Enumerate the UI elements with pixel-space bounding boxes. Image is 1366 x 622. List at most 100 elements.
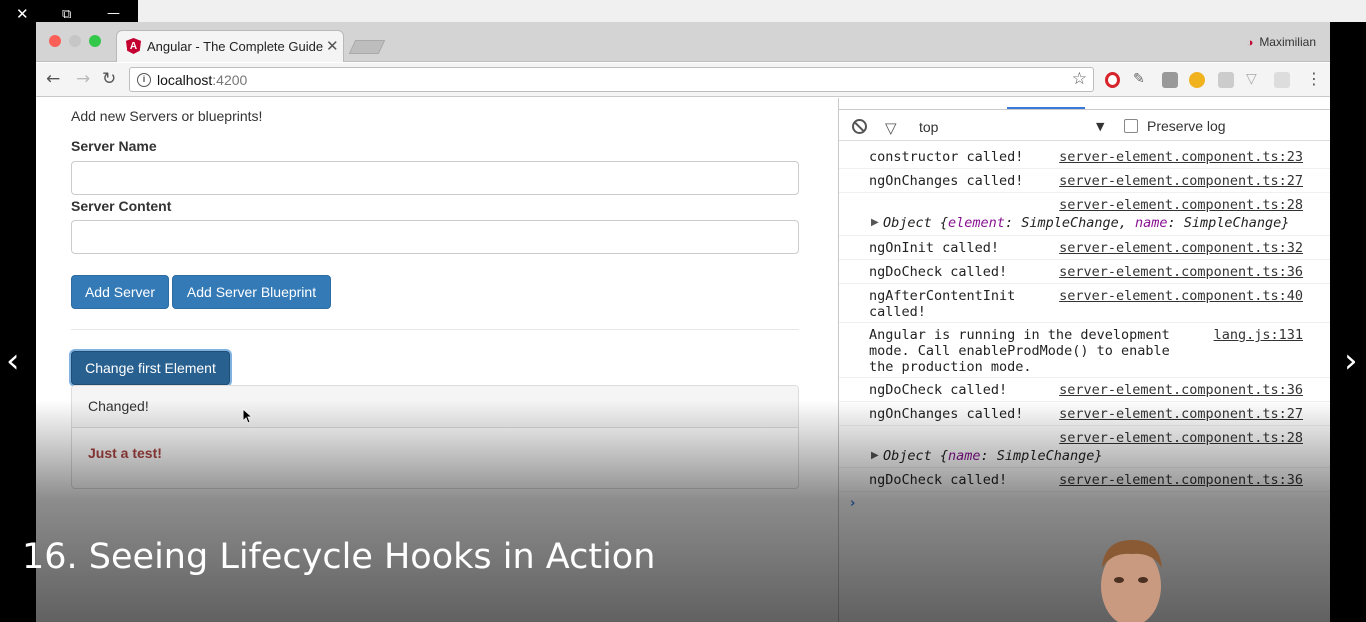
close-icon[interactable]: ✕ bbox=[16, 5, 29, 23]
preserve-log-label: Preserve log bbox=[1147, 118, 1226, 134]
previous-lecture-icon[interactable]: ‹ bbox=[6, 344, 20, 378]
mouse-cursor-icon bbox=[242, 408, 252, 424]
console-log-row: Angular is running in the development mo… bbox=[839, 323, 1330, 378]
console-log-row: ngAfterContentInit called! server-elemen… bbox=[839, 284, 1330, 323]
console-log-row: ngOnInit called! server-element.componen… bbox=[839, 236, 1330, 260]
console-log-row: ngDoCheck called! server-element.compone… bbox=[839, 260, 1330, 284]
log-source-link[interactable]: lang.js:131 bbox=[1214, 327, 1303, 343]
console-prompt-icon[interactable]: › bbox=[850, 496, 855, 511]
server-element-panel: Changed! Just a test! bbox=[71, 385, 799, 489]
object-prefix: Object { bbox=[883, 448, 949, 464]
mac-close-icon[interactable] bbox=[49, 35, 61, 47]
info-icon[interactable]: i bbox=[137, 73, 151, 87]
opera-extension-icon[interactable] bbox=[1105, 72, 1120, 88]
presenter-webcam bbox=[1101, 540, 1162, 622]
settings-extension-icon[interactable] bbox=[1218, 72, 1234, 88]
expand-triangle-icon[interactable]: ▶ bbox=[871, 215, 879, 231]
browser-toolbar: ← → ↻ i localhost:4200 ☆ ✎ ▽ ⋮ bbox=[36, 63, 1330, 97]
jb-extension-icon[interactable] bbox=[1162, 72, 1178, 88]
object-value: : SimpleChange, bbox=[1004, 215, 1135, 231]
add-server-button[interactable]: Add Server bbox=[71, 275, 169, 309]
log-source-link[interactable]: server-element.component.ts:32 bbox=[1059, 240, 1303, 256]
server-content-label: Server Content bbox=[71, 198, 172, 214]
log-source-link[interactable]: server-element.component.ts:40 bbox=[1059, 288, 1303, 304]
log-object[interactable]: Object {name: SimpleChange} bbox=[883, 448, 1102, 464]
preserve-log-checkbox[interactable] bbox=[1124, 119, 1138, 133]
moon-extension-icon[interactable] bbox=[1189, 72, 1205, 88]
console-log-row: ngOnChanges called! server-element.compo… bbox=[839, 169, 1330, 193]
clear-console-icon[interactable] bbox=[852, 119, 867, 134]
tab-title: Angular - The Complete Guide bbox=[147, 39, 324, 54]
console-output: constructor called! server-element.compo… bbox=[839, 145, 1330, 492]
divider bbox=[71, 329, 799, 330]
url-host: localhost bbox=[157, 72, 213, 88]
tab-close-icon[interactable]: ✕ bbox=[326, 37, 339, 55]
player-top-strip bbox=[138, 0, 1366, 22]
browser-window: A Angular - The Complete Guide ✕ ◑ Maximi… bbox=[36, 22, 1330, 622]
bookmark-star-icon[interactable]: ☆ bbox=[1072, 69, 1087, 89]
devtools-active-tab-indicator bbox=[1007, 107, 1085, 109]
eyedropper-extension-icon[interactable]: ✎ bbox=[1133, 70, 1149, 86]
restore-icon[interactable]: ⧉ bbox=[62, 7, 71, 22]
object-value: : SimpleChange} bbox=[980, 448, 1103, 464]
back-icon[interactable]: ← bbox=[46, 69, 60, 89]
server-name-input[interactable] bbox=[71, 161, 799, 195]
reload-icon[interactable]: ↻ bbox=[102, 69, 116, 89]
console-log-row: ngDoCheck called! server-element.compone… bbox=[839, 468, 1330, 492]
log-message: Angular is running in the development mo… bbox=[869, 327, 1170, 375]
devtools-tabs bbox=[839, 98, 1330, 110]
mac-minimize-icon[interactable] bbox=[69, 35, 81, 47]
log-source-link[interactable]: server-element.component.ts:36 bbox=[1059, 472, 1303, 488]
context-select[interactable]: top bbox=[919, 119, 938, 135]
tab-bar: A Angular - The Complete Guide ✕ ◑ Maximi… bbox=[36, 22, 1330, 62]
log-source-link[interactable]: server-element.component.ts:36 bbox=[1059, 382, 1303, 398]
object-prefix: Object { bbox=[883, 215, 949, 231]
log-source-link[interactable]: server-element.component.ts:28 bbox=[1059, 430, 1303, 446]
add-server-blueprint-button[interactable]: Add Server Blueprint bbox=[172, 275, 331, 309]
console-log-row: ngDoCheck called! server-element.compone… bbox=[839, 378, 1330, 402]
console-toolbar: ▽ top ▼ Preserve log bbox=[839, 111, 1330, 141]
object-key: element bbox=[948, 215, 1005, 231]
object-key: name bbox=[1134, 215, 1168, 231]
object-key: name bbox=[948, 448, 981, 464]
log-source-link[interactable]: server-element.component.ts:27 bbox=[1059, 406, 1303, 422]
log-source-link[interactable]: server-element.component.ts:28 bbox=[1059, 197, 1303, 213]
log-message: ngAfterContentInit called! bbox=[869, 288, 1016, 320]
url-text: localhost:4200 bbox=[157, 72, 247, 88]
mac-zoom-icon[interactable] bbox=[89, 35, 101, 47]
profile-icon: ◑ bbox=[1246, 37, 1254, 49]
address-bar[interactable]: i localhost:4200 ☆ bbox=[129, 67, 1094, 92]
forward-icon[interactable]: → bbox=[76, 69, 90, 89]
lecture-title: 16. Seeing Lifecycle Hooks in Action bbox=[22, 537, 656, 577]
cast-extension-icon[interactable] bbox=[1274, 72, 1290, 88]
url-port: :4200 bbox=[212, 72, 248, 88]
chevron-down-icon[interactable]: ▼ bbox=[1096, 120, 1104, 133]
vue-extension-icon[interactable]: ▽ bbox=[1246, 70, 1262, 86]
next-lecture-icon[interactable]: › bbox=[1344, 344, 1358, 378]
panel-body-text: Just a test! bbox=[88, 445, 162, 461]
new-tab-button[interactable] bbox=[348, 40, 386, 54]
log-source-link[interactable]: server-element.component.ts:27 bbox=[1059, 173, 1303, 189]
player-left-bar: ‹ bbox=[0, 32, 36, 622]
minimize-icon[interactable]: — bbox=[107, 6, 120, 21]
profile-name: Maximilian bbox=[1259, 35, 1316, 49]
filter-icon[interactable]: ▽ bbox=[885, 119, 897, 137]
menu-icon[interactable]: ⋮ bbox=[1306, 69, 1322, 88]
profile-button[interactable]: ◑ Maximilian bbox=[1247, 35, 1316, 49]
intro-text: Add new Servers or blueprints! bbox=[71, 108, 263, 124]
server-name-label: Server Name bbox=[71, 138, 157, 154]
object-value: : SimpleChange} bbox=[1167, 215, 1290, 231]
log-source-link[interactable]: server-element.component.ts:36 bbox=[1059, 264, 1303, 280]
change-first-element-button[interactable]: Change first Element bbox=[71, 351, 230, 385]
console-log-row: server-element.component.ts:28 ▶ Object … bbox=[839, 193, 1330, 236]
server-content-input[interactable] bbox=[71, 220, 799, 254]
log-source-link[interactable]: server-element.component.ts:23 bbox=[1059, 149, 1303, 165]
browser-tab[interactable]: A Angular - The Complete Guide ✕ bbox=[116, 30, 344, 62]
player-right-bar: › bbox=[1330, 22, 1366, 622]
panel-heading-text: Changed! bbox=[88, 398, 149, 414]
expand-triangle-icon[interactable]: ▶ bbox=[871, 448, 879, 464]
console-log-row: server-element.component.ts:28 ▶ Object … bbox=[839, 426, 1330, 468]
angular-icon: A bbox=[126, 38, 141, 54]
log-object[interactable]: Object {element: SimpleChange, name: Sim… bbox=[883, 215, 1289, 231]
console-log-row: constructor called! server-element.compo… bbox=[839, 145, 1330, 169]
